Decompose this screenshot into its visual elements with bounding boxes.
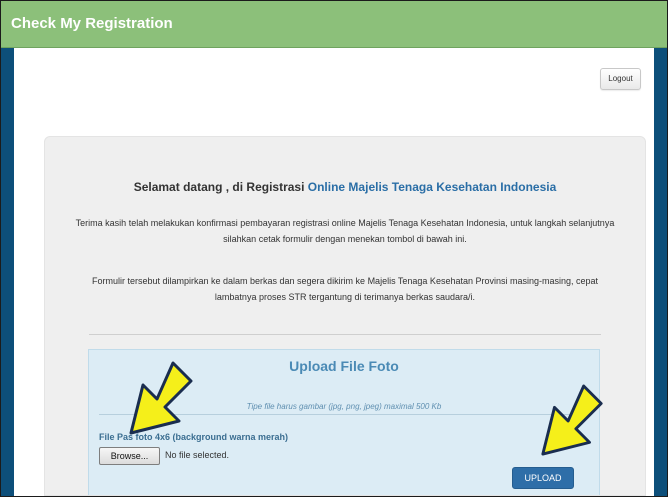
frame-border-right xyxy=(657,48,667,496)
welcome-highlight: Online Majelis Tenaga Kesehatan Indonesi… xyxy=(307,180,557,194)
title-bar: Check My Registration xyxy=(1,1,667,48)
confirmation-paragraph: Terima kasih telah melakukan konfirmasi … xyxy=(75,218,615,244)
browse-button[interactable]: Browse... xyxy=(99,447,160,465)
welcome-heading: Selamat datang , di Registrasi Online Ma… xyxy=(45,180,645,194)
arrow-annotation-right xyxy=(541,384,603,456)
instruction-paragraph: Formulir tersebut dilampirkan ke dalam b… xyxy=(91,276,599,302)
arrow-annotation-left xyxy=(129,361,193,435)
divider xyxy=(89,334,601,335)
file-status: No file selected. xyxy=(165,450,230,460)
browser-frame: Check My Registration Logout Selamat dat… xyxy=(0,0,668,497)
logout-button[interactable]: Logout xyxy=(600,68,641,90)
window-title: Check My Registration xyxy=(11,15,173,32)
welcome-prefix: Selamat datang , di Registrasi xyxy=(133,180,308,194)
upload-button[interactable]: UPLOAD xyxy=(512,467,574,489)
frame-border-left xyxy=(1,48,11,496)
